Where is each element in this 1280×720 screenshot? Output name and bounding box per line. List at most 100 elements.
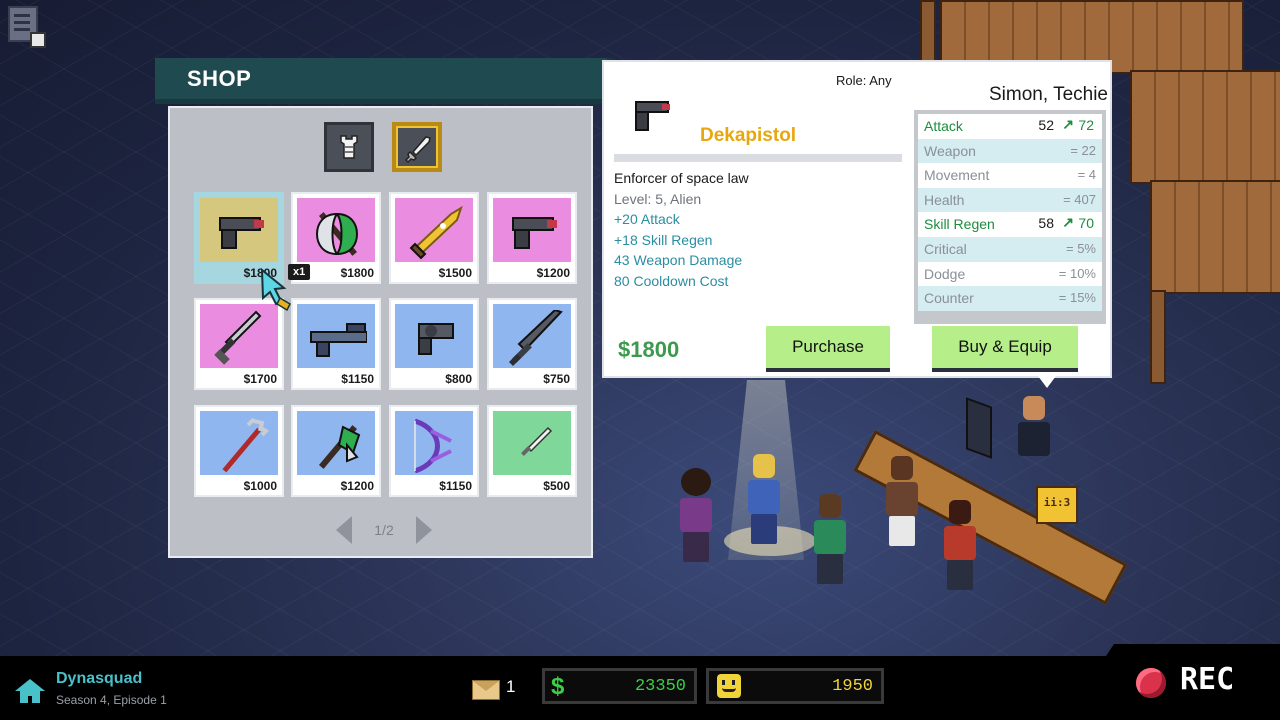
money-value: 23350 — [634, 677, 686, 696]
item-image — [395, 304, 473, 368]
mail-icon[interactable] — [472, 680, 500, 700]
stat-row: Critical = 5% — [918, 236, 1102, 262]
item-bonus: 80 Cooldown Cost — [614, 273, 729, 289]
stat-row: Attack 52 ↗ 72 — [918, 114, 1102, 139]
long-sword-icon — [509, 310, 563, 366]
hud-notch — [1106, 644, 1280, 656]
revolver-icon — [418, 323, 454, 355]
stat-value: = 10% — [1058, 265, 1096, 281]
counter-sign: ii:3 — [1036, 486, 1078, 524]
stat-name: Critical — [924, 240, 967, 257]
shop-item[interactable]: $1500 — [389, 192, 479, 284]
stat-name: Skill Regen — [924, 216, 995, 233]
stat-new-value: 70 — [1078, 215, 1094, 232]
stat-row: Skill Regen 58 ↗ 70 — [918, 212, 1102, 237]
role-label: Role: Any — [836, 73, 892, 88]
buy-and-equip-button[interactable]: Buy & Equip — [932, 326, 1078, 368]
shop-item[interactable]: $1200 — [291, 405, 381, 497]
item-price: $1150 — [341, 372, 374, 386]
fans-value: 1950 — [832, 677, 873, 696]
stat-value: = 5% — [1066, 240, 1096, 256]
stat-row: Counter = 15% — [918, 286, 1102, 311]
stat-name: Counter — [924, 290, 974, 307]
dagger-icon — [214, 310, 262, 365]
item-price: $750 — [543, 372, 570, 386]
smiley-icon — [717, 674, 741, 698]
category-tab-weapons[interactable] — [392, 122, 442, 172]
shop-item[interactable]: $1150 — [291, 298, 381, 390]
stat-row: Health = 407 — [918, 187, 1102, 213]
crate-stack — [1150, 180, 1280, 294]
item-image — [493, 411, 571, 475]
warehouse-shelf — [920, 0, 936, 64]
item-image — [493, 198, 571, 262]
purchase-button[interactable]: Purchase — [766, 326, 890, 368]
item-image — [493, 304, 571, 368]
stat-row: Dodge = 10% — [918, 261, 1102, 287]
crate-stack — [1130, 70, 1280, 184]
item-bonus: +18 Skill Regen — [614, 232, 713, 248]
squad-character[interactable] — [886, 456, 918, 546]
weapon-icon — [404, 136, 431, 164]
shop-header: SHOP — [155, 58, 613, 104]
fans-counter: 1950 — [706, 668, 884, 704]
stat-row: Weapon = 22 — [918, 138, 1102, 164]
item-image — [297, 411, 375, 475]
pager: 1/2 — [336, 512, 432, 546]
squad-character[interactable] — [944, 500, 976, 590]
next-page-arrow-icon[interactable] — [416, 516, 432, 544]
item-image — [297, 304, 375, 368]
squad-character[interactable] — [680, 468, 712, 562]
squad-character[interactable] — [748, 454, 780, 544]
stat-name: Movement — [924, 167, 990, 184]
item-bonus: +20 Attack — [614, 211, 680, 227]
stat-row: Movement = 4 — [918, 163, 1102, 188]
item-bonus: 43 Weapon Damage — [614, 252, 743, 268]
item-image — [200, 411, 278, 475]
stat-name: Attack — [924, 118, 963, 134]
money-counter: $ 23350 — [542, 668, 697, 704]
item-image — [297, 198, 375, 262]
knife-icon — [521, 426, 553, 456]
character-stats-table: Attack 52 ↗ 72 Weapon = 22 Movement = 4 Health = … — [914, 110, 1106, 324]
stat-value: = 22 — [1070, 142, 1096, 158]
shop-item[interactable]: $500 — [487, 405, 577, 497]
team-name[interactable]: Dynasquad — [56, 670, 142, 688]
rifle-icon — [310, 323, 367, 357]
bottom-hud: Dynasquad Season 4, Episode 1 1 $ 23350 … — [0, 644, 1280, 720]
pistol-icon — [512, 217, 557, 249]
speech-bubble-tail — [1038, 376, 1056, 388]
home-icon[interactable] — [14, 678, 46, 704]
mail-count: 1 — [506, 677, 516, 696]
shop-item[interactable]: $1000 — [194, 405, 284, 497]
stat-old-value: 52 — [1038, 117, 1054, 133]
menu-icon[interactable] — [8, 6, 46, 48]
item-image — [200, 304, 278, 368]
pistol-icon — [635, 101, 670, 131]
item-price: $500 — [543, 479, 570, 493]
item-image — [395, 411, 473, 475]
stat-increase-arrow-icon: ↗ — [1062, 214, 1074, 231]
computer-monitor — [966, 397, 992, 459]
item-price: $1200 — [536, 266, 570, 280]
category-tab-armor[interactable] — [324, 122, 374, 172]
green-axe-icon — [318, 425, 361, 469]
shop-item[interactable]: $1150 — [389, 405, 479, 497]
shopkeeper-character[interactable] — [1018, 396, 1050, 456]
rec-label[interactable]: REC — [1180, 662, 1234, 697]
shop-item[interactable]: $750 — [487, 298, 577, 390]
shop-item[interactable]: $800 — [389, 298, 479, 390]
item-name: Dekapistol — [700, 125, 797, 146]
shop-item[interactable]: $1200 — [487, 192, 577, 284]
stat-old-value: 58 — [1038, 215, 1054, 232]
character-name: Simon, Techie — [989, 84, 1108, 105]
armor-icon — [340, 135, 358, 159]
stat-increase-arrow-icon: ↗ — [1062, 116, 1074, 132]
golden-sword-icon — [409, 205, 463, 260]
stat-value: = 15% — [1058, 290, 1096, 306]
quantity-badge: x1 — [288, 264, 311, 280]
record-icon[interactable] — [1136, 668, 1166, 698]
squad-character[interactable] — [814, 494, 846, 584]
item-image — [395, 198, 473, 262]
trident-icon — [222, 417, 270, 473]
